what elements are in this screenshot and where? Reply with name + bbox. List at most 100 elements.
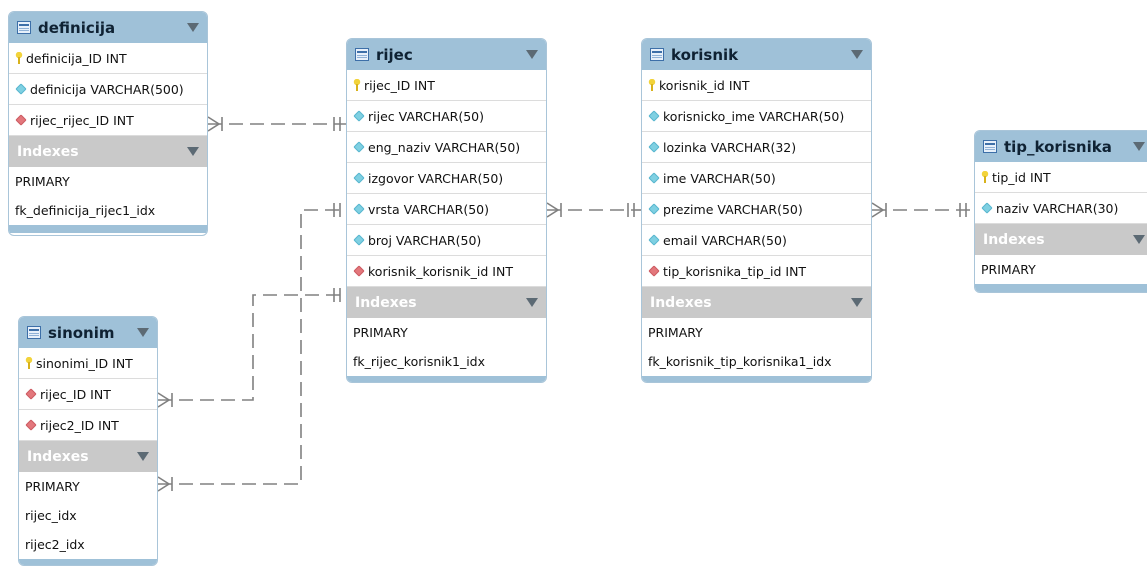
table-footer [19, 559, 157, 565]
foreign-key-diamond-icon [25, 419, 37, 431]
indexes-label: Indexes [983, 231, 1045, 248]
column-diamond-icon [981, 202, 993, 214]
collapse-triangle-icon[interactable] [187, 147, 199, 156]
column-label: prezime VARCHAR(50) [663, 201, 803, 217]
column-row[interactable]: vrsta VARCHAR(50) [347, 194, 546, 225]
index-row[interactable]: PRIMARY [19, 472, 157, 501]
column-row[interactable]: broj VARCHAR(50) [347, 225, 546, 256]
table-header[interactable]: definicija [9, 12, 207, 43]
column-row[interactable]: tip_id INT [975, 162, 1147, 193]
column-row[interactable]: definicija VARCHAR(500) [9, 74, 207, 105]
index-label: fk_definicija_rijec1_idx [15, 203, 156, 218]
indexes-header[interactable]: Indexes [642, 287, 871, 318]
column-label: korisnik_korisnik_id INT [368, 263, 513, 279]
collapse-triangle-icon[interactable] [851, 298, 863, 307]
index-row[interactable]: PRIMARY [9, 167, 207, 196]
column-diamond-icon [648, 203, 660, 215]
column-diamond-icon [353, 141, 365, 153]
column-label: tip_korisnika_tip_id INT [663, 263, 807, 279]
column-row[interactable]: eng_naziv VARCHAR(50) [347, 132, 546, 163]
index-row[interactable]: PRIMARY [642, 318, 871, 347]
column-row[interactable]: sinonimi_ID INT [19, 348, 157, 379]
table-icon [17, 21, 31, 34]
collapse-triangle-icon[interactable] [187, 23, 199, 32]
column-row[interactable]: rijec_ID INT [347, 70, 546, 101]
collapse-triangle-icon[interactable] [137, 452, 149, 461]
collapse-triangle-icon[interactable] [526, 50, 538, 59]
indexes-label: Indexes [17, 143, 79, 160]
index-row[interactable]: fk_rijec_korisnik1_idx [347, 347, 546, 376]
column-label: sinonimi_ID INT [36, 355, 133, 371]
column-row[interactable]: rijec2_ID INT [19, 410, 157, 441]
column-row[interactable]: korisnik_korisnik_id INT [347, 256, 546, 287]
column-label: definicija_ID INT [26, 50, 127, 66]
index-row[interactable]: PRIMARY [975, 255, 1147, 284]
index-label: rijec_idx [25, 508, 77, 523]
table-footer [642, 376, 871, 382]
column-row[interactable]: ime VARCHAR(50) [642, 163, 871, 194]
column-row[interactable]: prezime VARCHAR(50) [642, 194, 871, 225]
collapse-triangle-icon[interactable] [1133, 235, 1145, 244]
table-header[interactable]: tip_korisnika [975, 131, 1147, 162]
index-row[interactable]: fk_korisnik_tip_korisnika1_idx [642, 347, 871, 376]
index-row[interactable]: rijec2_idx [19, 530, 157, 559]
column-row[interactable]: korisnicko_ime VARCHAR(50) [642, 101, 871, 132]
table-title: rijec [376, 45, 413, 64]
table-sinonim[interactable]: sinonim sinonimi_ID INT rijec_ID INT rijec2… [18, 316, 158, 566]
column-label: korisnik_id INT [659, 77, 750, 93]
column-label: email VARCHAR(50) [663, 232, 787, 248]
foreign-key-diamond-icon [25, 388, 37, 400]
collapse-triangle-icon[interactable] [137, 328, 149, 337]
index-row[interactable]: rijec_idx [19, 501, 157, 530]
relationship-sinonim-rijec2 [157, 203, 346, 492]
column-label: tip_id INT [992, 169, 1051, 185]
primary-key-icon [25, 357, 33, 369]
collapse-triangle-icon[interactable] [526, 298, 538, 307]
table-title: tip_korisnika [1004, 137, 1112, 156]
column-row[interactable]: email VARCHAR(50) [642, 225, 871, 256]
table-icon [355, 48, 369, 61]
primary-key-icon [648, 79, 656, 91]
column-diamond-icon [353, 203, 365, 215]
indexes-label: Indexes [355, 294, 417, 311]
index-label: PRIMARY [648, 325, 703, 340]
column-row[interactable]: lozinka VARCHAR(32) [642, 132, 871, 163]
column-diamond-icon [353, 110, 365, 122]
indexes-header[interactable]: Indexes [347, 287, 546, 318]
column-label: broj VARCHAR(50) [368, 232, 482, 248]
index-row[interactable]: PRIMARY [347, 318, 546, 347]
column-row[interactable]: rijec VARCHAR(50) [347, 101, 546, 132]
column-diamond-icon [648, 234, 660, 246]
table-definicija[interactable]: definicija definicija_ID INT definicija VA… [8, 11, 208, 236]
table-tip-korisnika[interactable]: tip_korisnika tip_id INT naziv VARCHAR(30)… [974, 130, 1147, 293]
table-korisnik[interactable]: korisnik korisnik_id INT korisnicko_ime VA… [641, 38, 872, 383]
index-label: PRIMARY [15, 174, 70, 189]
column-row[interactable]: rijec_rijec_ID INT [9, 105, 207, 136]
column-row[interactable]: definicija_ID INT [9, 43, 207, 74]
relationship-definicija-rijec [207, 116, 346, 132]
indexes-header[interactable]: Indexes [975, 224, 1147, 255]
table-header[interactable]: sinonim [19, 317, 157, 348]
index-label: PRIMARY [981, 262, 1036, 277]
collapse-triangle-icon[interactable] [1133, 142, 1145, 151]
column-row[interactable]: izgovor VARCHAR(50) [347, 163, 546, 194]
table-rijec[interactable]: rijec rijec_ID INT rijec VARCHAR(50) eng_na… [346, 38, 547, 383]
index-label: fk_korisnik_tip_korisnika1_idx [648, 354, 832, 369]
table-header[interactable]: rijec [347, 39, 546, 70]
relationship-rijec-korisnik [546, 202, 641, 218]
index-label: rijec2_idx [25, 537, 85, 552]
table-footer [347, 376, 546, 382]
collapse-triangle-icon[interactable] [851, 50, 863, 59]
column-row[interactable]: tip_korisnika_tip_id INT [642, 256, 871, 287]
indexes-header[interactable]: Indexes [9, 136, 207, 167]
column-row[interactable]: naziv VARCHAR(30) [975, 193, 1147, 224]
column-row[interactable]: korisnik_id INT [642, 70, 871, 101]
index-row[interactable]: fk_definicija_rijec1_idx [9, 196, 207, 225]
column-diamond-icon [648, 141, 660, 153]
column-row[interactable]: rijec_ID INT [19, 379, 157, 410]
indexes-header[interactable]: Indexes [19, 441, 157, 472]
column-label: korisnicko_ime VARCHAR(50) [663, 108, 845, 124]
foreign-key-diamond-icon [15, 114, 27, 126]
table-header[interactable]: korisnik [642, 39, 871, 70]
table-title: sinonim [48, 323, 115, 342]
